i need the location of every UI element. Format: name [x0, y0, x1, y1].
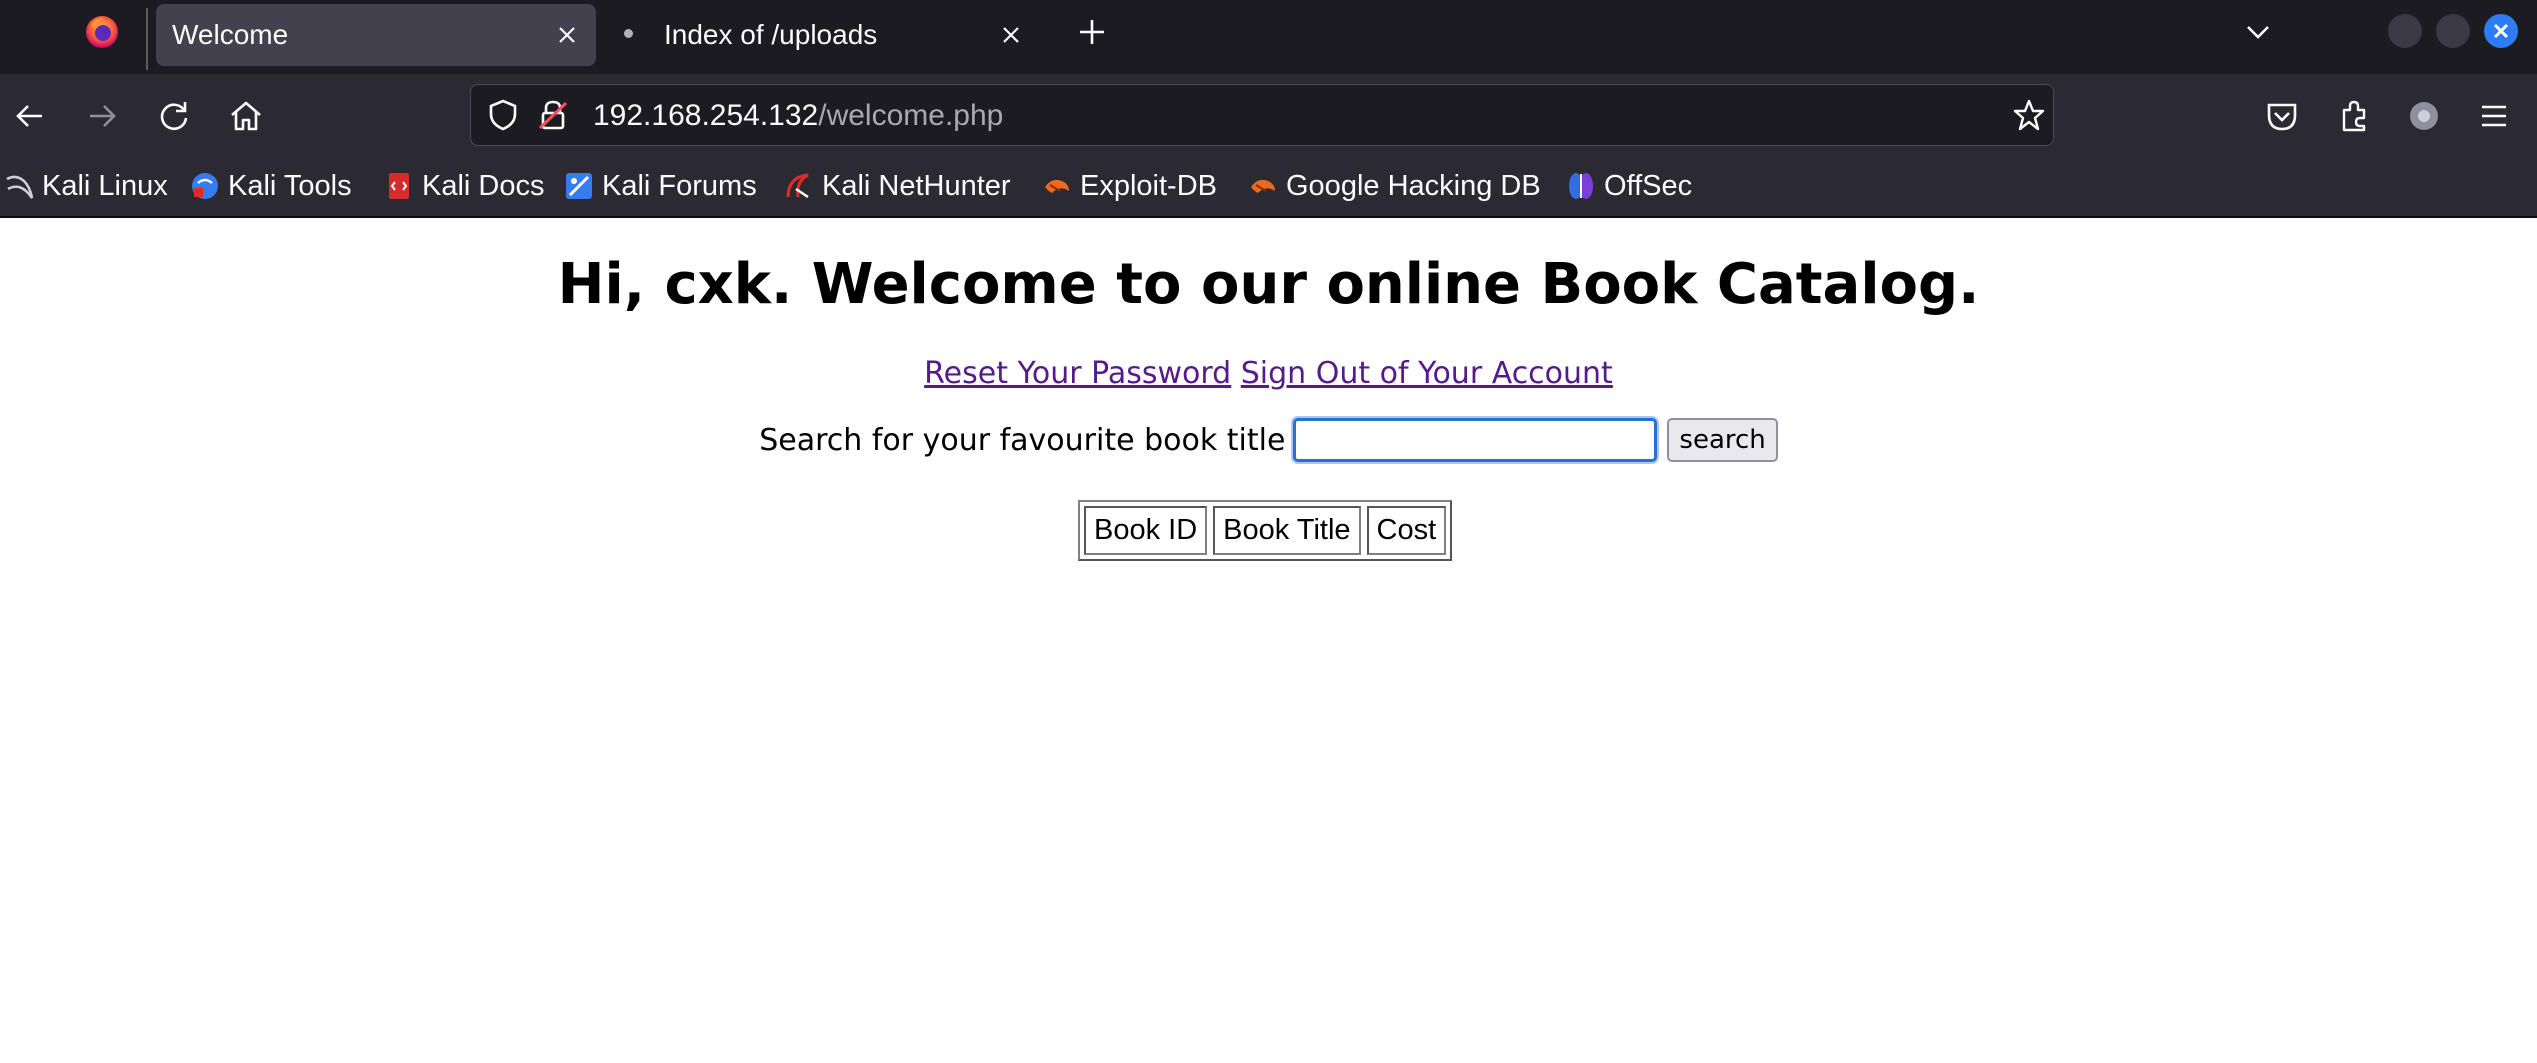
close-tab-icon[interactable]	[996, 20, 1026, 50]
list-all-tabs-icon[interactable]	[2240, 14, 2276, 50]
sign-out-link[interactable]: Sign Out of Your Account	[1241, 356, 1613, 391]
tab-welcome[interactable]: Welcome	[156, 4, 596, 66]
firefox-icon[interactable]	[84, 14, 120, 50]
search-form: Search for your favourite book title sea…	[0, 418, 2537, 462]
bookmark-label: Kali NetHunter	[822, 169, 1011, 202]
offsec-icon	[1569, 173, 1593, 199]
google-hacking-db-icon	[1251, 179, 1275, 193]
column-header-book-id: Book ID	[1084, 506, 1208, 555]
search-button[interactable]: search	[1667, 418, 1778, 462]
column-header-cost: Cost	[1366, 506, 1447, 555]
shield-icon[interactable]	[485, 97, 521, 133]
exploit-db-icon	[1045, 179, 1069, 193]
bookmark-kali-nethunter[interactable]: Kali NetHunter	[784, 168, 1011, 204]
bookmark-kali-tools[interactable]: Kali Tools	[190, 168, 352, 204]
kali-docs-icon	[389, 173, 409, 199]
bookmarks-toolbar: Kali Linux Kali Tools Kali Docs Kali For…	[0, 158, 2537, 218]
account-icon[interactable]	[2404, 96, 2444, 136]
kali-dragon-icon	[6, 175, 34, 199]
bookmark-google-hacking-db[interactable]: Google Hacking DB	[1248, 168, 1541, 204]
bookmark-exploit-db[interactable]: Exploit-DB	[1042, 168, 1217, 204]
bookmark-kali-forums[interactable]: Kali Forums	[564, 168, 757, 204]
bookmark-label: Exploit-DB	[1080, 169, 1217, 202]
bookmark-label: OffSec	[1604, 169, 1693, 202]
page-title: Hi, cxk. Welcome to our online Book Cata…	[557, 252, 1980, 317]
tab-uploads[interactable]: Index of /uploads	[610, 4, 1040, 66]
minimize-button[interactable]	[2388, 14, 2422, 48]
bookmark-offsec[interactable]: OffSec	[1566, 168, 1692, 204]
new-tab-icon[interactable]	[1074, 14, 1110, 50]
insecure-lock-icon[interactable]	[535, 97, 571, 133]
kali-nethunter-icon	[786, 173, 809, 199]
close-window-button[interactable]	[2484, 14, 2518, 48]
search-input[interactable]	[1293, 418, 1658, 462]
bookmark-label: Google Hacking DB	[1286, 169, 1541, 202]
kali-forums-icon	[566, 173, 592, 199]
bookmark-kali-docs[interactable]: Kali Docs	[384, 168, 545, 204]
url-bar[interactable]: 192.168.254.132/welcome.php	[470, 84, 2054, 146]
url-path: /welcome.php	[818, 99, 1004, 132]
reload-icon[interactable]	[154, 96, 194, 136]
bookmark-kali-linux[interactable]: Kali Linux	[4, 168, 168, 204]
menu-icon[interactable]	[2474, 96, 2514, 136]
url-text[interactable]: 192.168.254.132/welcome.php	[593, 99, 1003, 133]
tab-bar: Welcome Index of /uploads	[0, 0, 2537, 74]
bookmark-star-icon[interactable]	[2011, 97, 2047, 133]
tab-label: Index of /uploads	[664, 19, 878, 50]
url-host: 192.168.254.132	[593, 99, 819, 132]
back-icon[interactable]	[10, 96, 50, 136]
bookmark-label: Kali Linux	[42, 169, 168, 202]
tab-label: Welcome	[172, 19, 289, 50]
maximize-button[interactable]	[2436, 14, 2470, 48]
account-links: Reset Your Password Sign Out of Your Acc…	[0, 356, 2537, 391]
forward-icon[interactable]	[82, 96, 122, 136]
bookmark-label: Kali Tools	[228, 169, 352, 202]
bookmark-label: Kali Docs	[422, 169, 545, 202]
search-label: Search for your favourite book title	[759, 422, 1286, 458]
column-header-book-title: Book Title	[1213, 506, 1361, 555]
pocket-icon[interactable]	[2262, 96, 2302, 136]
bookmark-label: Kali Forums	[602, 169, 757, 202]
page-content: Hi, cxk. Welcome to our online Book Cata…	[0, 218, 2537, 1063]
close-tab-icon[interactable]	[552, 20, 582, 50]
tab-attention-dot	[624, 29, 633, 38]
navigation-toolbar: 192.168.254.132/welcome.php	[0, 74, 2537, 158]
close-icon	[2493, 23, 2509, 39]
tab-separator	[146, 8, 148, 70]
extensions-icon[interactable]	[2334, 96, 2374, 136]
kali-tools-icon	[192, 173, 218, 199]
book-table: Book ID Book Title Cost	[1078, 500, 1453, 561]
home-icon[interactable]	[226, 96, 266, 136]
reset-password-link[interactable]: Reset Your Password	[924, 356, 1231, 391]
